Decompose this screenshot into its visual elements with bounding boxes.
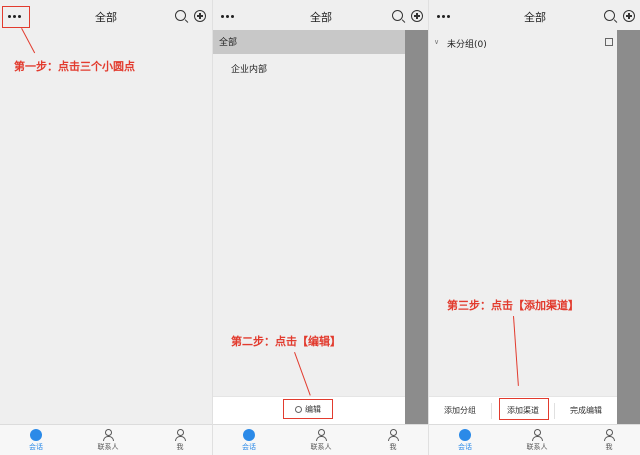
tab-label: 联系人	[526, 443, 548, 451]
annotation-step-2: 第二步：点击【编辑】	[231, 335, 341, 348]
panel-step-3: 全部 ∨ 未分组(0) 第三步：点击【添加渠道】 添加分组 添加渠道 完成编辑 …	[428, 0, 640, 455]
overlay-strip	[405, 30, 429, 424]
tutorial-screenshot: 全部 第一步：点击三个小圆点 会话 联系人 我 全部 全部 企业内部 第二步：点…	[0, 0, 640, 455]
highlight-add-channel	[499, 398, 549, 420]
top-bar: 全部	[0, 0, 212, 34]
tab-contacts[interactable]: 联系人	[517, 429, 557, 452]
tab-bar: 会话 联系人 我	[429, 424, 640, 455]
tab-contacts[interactable]: 联系人	[88, 429, 128, 452]
finish-edit-button[interactable]: 完成编辑	[555, 397, 617, 425]
tab-chat[interactable]: 会话	[229, 429, 269, 452]
search-icon[interactable]	[392, 10, 403, 21]
tab-label: 联系人	[310, 443, 332, 451]
contacts-icon	[102, 429, 114, 441]
tab-me[interactable]: 我	[160, 429, 200, 452]
top-bar: 全部	[429, 0, 640, 34]
tab-label: 会话	[458, 443, 472, 451]
tab-label: 会话	[29, 443, 43, 451]
tab-chat[interactable]: 会话	[16, 429, 56, 452]
chat-icon	[459, 429, 471, 441]
tab-bar: 会话 联系人 我	[213, 424, 429, 455]
menu-item-label: 全部	[219, 38, 238, 48]
tab-me[interactable]: 我	[589, 429, 629, 452]
tab-chat[interactable]: 会话	[445, 429, 485, 452]
me-icon	[387, 429, 399, 441]
tab-label: 联系人	[97, 443, 119, 451]
add-circle-icon[interactable]	[194, 10, 206, 22]
tab-contacts[interactable]: 联系人	[301, 429, 341, 452]
highlight-more	[2, 6, 30, 28]
tab-label: 我	[389, 443, 397, 451]
add-circle-icon[interactable]	[623, 10, 635, 22]
me-icon	[603, 429, 615, 441]
edit-square-icon[interactable]	[605, 38, 613, 46]
tab-bar: 会话 联系人 我	[0, 424, 212, 455]
contacts-icon	[315, 429, 327, 441]
search-icon[interactable]	[604, 10, 615, 21]
chevron-down-icon: ∨	[434, 38, 440, 46]
group-label: 未分组(0)	[447, 40, 487, 50]
top-bar: 全部	[213, 0, 429, 34]
chat-icon	[30, 429, 42, 441]
add-circle-icon[interactable]	[411, 10, 423, 22]
filter-menu	[213, 54, 405, 425]
me-icon	[174, 429, 186, 441]
annotation-arrow	[513, 316, 519, 386]
menu-item-internal[interactable]: 企业内部	[231, 62, 267, 75]
group-row[interactable]: ∨ 未分组(0)	[429, 30, 617, 56]
menu-item-all[interactable]: 全部	[213, 30, 405, 54]
tab-me[interactable]: 我	[373, 429, 413, 452]
tab-label: 我	[605, 443, 613, 451]
contacts-icon	[531, 429, 543, 441]
add-group-button[interactable]: 添加分组	[429, 397, 491, 425]
search-icon[interactable]	[175, 10, 186, 21]
chat-icon	[243, 429, 255, 441]
panel-step-2: 全部 全部 企业内部 第二步：点击【编辑】 编辑 会话 联系人 我	[212, 0, 429, 455]
tab-label: 我	[176, 443, 184, 451]
overlay-strip	[617, 30, 640, 425]
panel-step-1: 全部 第一步：点击三个小圆点 会话 联系人 我	[0, 0, 212, 455]
tab-label: 会话	[242, 443, 256, 451]
highlight-edit	[283, 399, 333, 419]
annotation-step-1: 第一步：点击三个小圆点	[14, 60, 135, 73]
annotation-step-3: 第三步：点击【添加渠道】	[447, 299, 579, 312]
